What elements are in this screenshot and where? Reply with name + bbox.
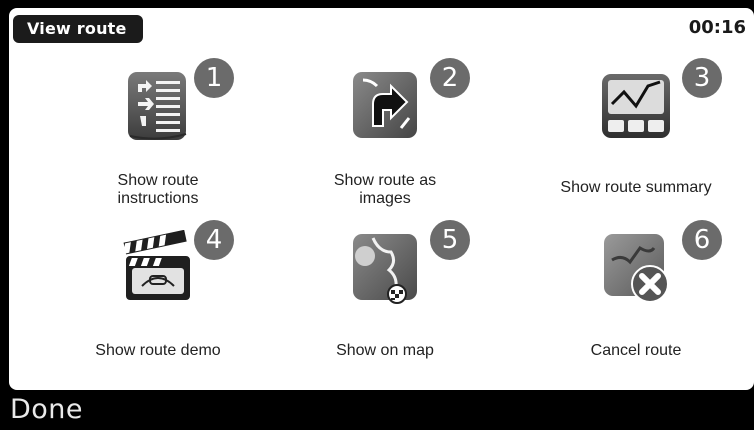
done-button[interactable]: Done [10,394,83,425]
route-summary-icon [602,74,670,138]
route-images-icon [353,72,417,138]
tile-label: Show on map [336,342,434,359]
tile-label: Show route summary [560,179,712,196]
view-route-panel: View route 00:16 1 Show route instructio… [9,8,754,390]
cancel-route-button[interactable]: 6 Cancel route [536,220,736,380]
tile-label: Show route instructions [117,172,199,207]
show-route-as-images-button[interactable]: 2 Show route as images [285,58,485,218]
tile-number-badge: 4 [194,220,234,260]
cancel-route-icon [604,234,669,303]
page-title: View route [13,15,143,43]
tile-number-badge: 5 [430,220,470,260]
tile-label: Cancel route [590,342,682,359]
show-route-demo-button[interactable]: 4 Show route demo [58,220,258,380]
route-instructions-icon [128,72,187,140]
tile-number-badge: 3 [682,58,722,98]
tile-label: Show route demo [95,342,221,359]
footer-bar [0,390,754,430]
tile-number-badge: 2 [430,58,470,98]
show-route-instructions-button[interactable]: 1 Show route instructions [58,58,258,218]
tile-label: Show route as images [333,172,437,207]
show-route-summary-button[interactable]: 3 Show route summary [536,58,736,218]
route-demo-icon [120,230,190,300]
show-on-map-button[interactable]: 5 Show on map [285,220,485,380]
tile-number-badge: 6 [682,220,722,260]
clock: 00:16 [688,17,746,38]
show-on-map-icon [353,234,417,304]
tile-number-badge: 1 [194,58,234,98]
